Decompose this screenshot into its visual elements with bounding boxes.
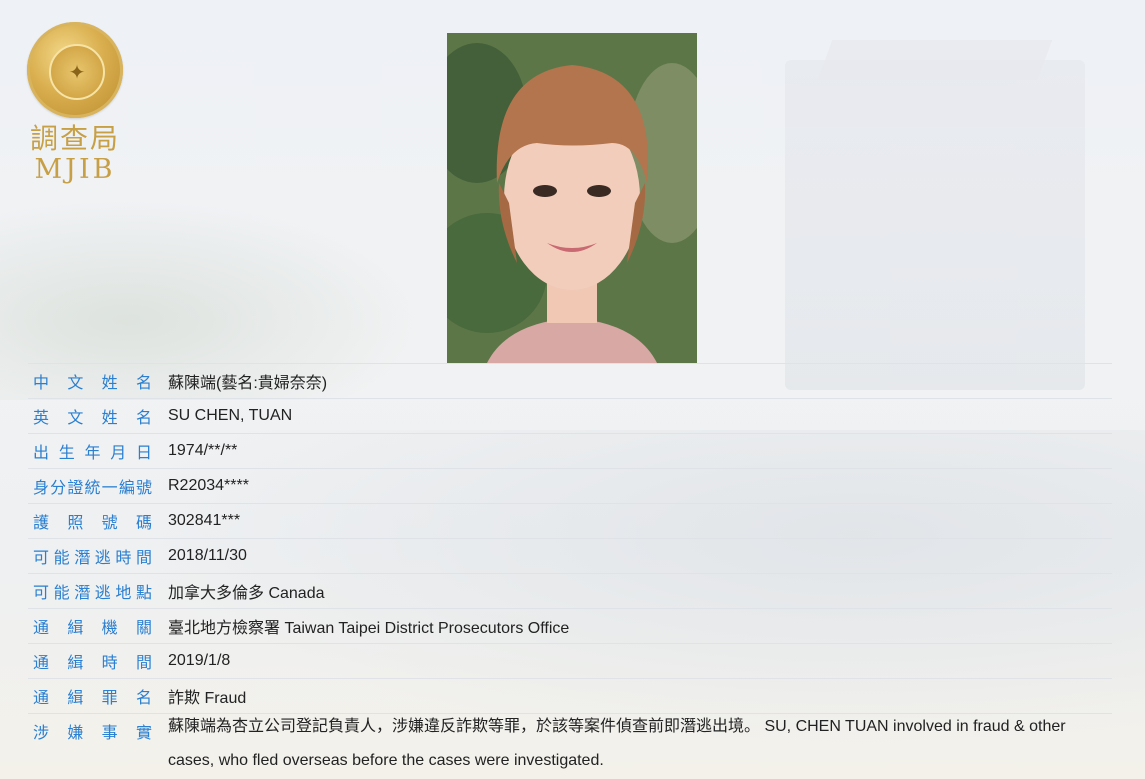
wanted-info-table: 中文姓名 蘇陳端(藝名:貴婦奈奈) 英文姓名 SU CHEN, TUAN 出生年… (28, 363, 1112, 778)
field-value: 302841*** (168, 512, 241, 529)
field-value: 2019/1/8 (168, 652, 231, 669)
background-building (785, 60, 1085, 390)
field-label: 通緝機關 (33, 618, 152, 637)
field-label: 可能潛逃地點 (33, 583, 152, 602)
info-row-birth-date: 出生年月日 1974/**/** (28, 433, 1112, 468)
field-value: 詐欺 Fraud (168, 690, 247, 707)
person-photo (447, 33, 697, 363)
field-label: 可能潛逃時間 (33, 548, 152, 567)
info-row-escape-location: 可能潛逃地點 加拿大多倫多 Canada (28, 573, 1112, 608)
field-value: 2018/11/30 (168, 547, 247, 564)
field-label: 涉嫌事實 (33, 723, 152, 742)
info-row-wanted-charge: 通緝罪名 詐欺 Fraud (28, 678, 1112, 713)
field-label: 中文姓名 (33, 373, 152, 392)
mjib-logo: ✦ 調查局 MJIB (20, 20, 130, 184)
info-row-english-name: 英文姓名 SU CHEN, TUAN (28, 398, 1112, 433)
info-row-passport-number: 護照號碼 302841*** (28, 503, 1112, 538)
field-value: 臺北地方檢察署 Taiwan Taipei District Prosecuto… (168, 620, 570, 637)
field-label: 護照號碼 (33, 513, 152, 532)
info-row-alleged-facts: 涉嫌事實 蘇陳端為杏立公司登記負責人，涉嫌違反詐欺等罪，於該等案件偵查前即潛逃出… (28, 713, 1112, 778)
info-row-chinese-name: 中文姓名 蘇陳端(藝名:貴婦奈奈) (28, 363, 1112, 398)
field-value: R22034**** (168, 477, 249, 494)
field-label: 通緝罪名 (33, 688, 152, 707)
field-value: 加拿大多倫多 Canada (168, 585, 325, 602)
field-label: 英文姓名 (33, 408, 152, 427)
field-value: 1974/**/** (168, 442, 238, 459)
info-row-wanted-date: 通緝時間 2019/1/8 (28, 643, 1112, 678)
field-value: SU CHEN, TUAN (168, 407, 293, 424)
field-label: 出生年月日 (33, 443, 152, 462)
logo-chinese-text: 調查局 (29, 122, 120, 155)
field-label: 通緝時間 (33, 653, 152, 672)
field-label: 身分證統一編號 (33, 478, 152, 497)
logo-english-text: MJIB (34, 153, 116, 185)
info-row-wanted-agency: 通緝機關 臺北地方檢察署 Taiwan Taipei District Pros… (28, 608, 1112, 643)
info-row-id-number: 身分證統一編號 R22034**** (28, 468, 1112, 503)
info-row-escape-time: 可能潛逃時間 2018/11/30 (28, 538, 1112, 573)
field-value: 蘇陳端(藝名:貴婦奈奈) (168, 375, 328, 392)
field-value: 蘇陳端為杏立公司登記負責人，涉嫌違反詐欺等罪，於該等案件偵查前即潛逃出境。 SU… (168, 718, 1066, 769)
mjib-seal-icon: ✦ (27, 22, 123, 118)
